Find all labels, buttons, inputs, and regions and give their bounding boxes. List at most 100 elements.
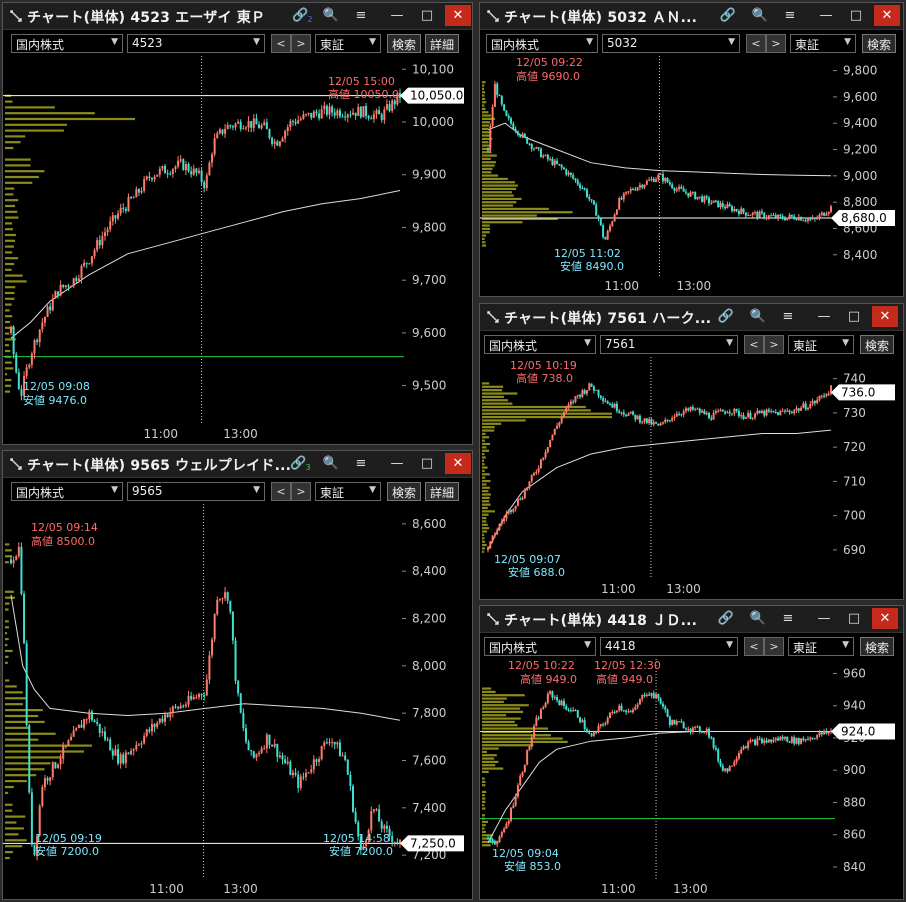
volume-profile-bar <box>5 626 9 629</box>
exchange-select[interactable]: 東証 ▼ <box>788 637 854 656</box>
volume-profile-bar <box>482 211 573 214</box>
candle-body <box>767 215 770 218</box>
code-select[interactable]: 4523 ▼ <box>127 34 265 53</box>
candle-body <box>599 724 602 726</box>
maximize-button[interactable]: □ <box>842 608 866 629</box>
prev-button[interactable]: < <box>744 637 764 656</box>
maximize-button[interactable]: □ <box>844 5 868 26</box>
prev-button[interactable]: < <box>271 34 291 53</box>
maximize-button[interactable]: □ <box>415 5 439 26</box>
candle-body <box>85 262 88 264</box>
menu-icon[interactable]: ≡ <box>776 306 800 327</box>
candle-body <box>592 732 595 736</box>
market-select[interactable]: 国内株式 ▼ <box>486 34 598 53</box>
volume-profile-bar <box>5 632 7 635</box>
code-select[interactable]: 4418 ▼ <box>600 637 738 656</box>
link-icon[interactable]: 🔗 2 <box>291 5 315 26</box>
candle-body <box>613 403 616 408</box>
low-value-label: 安値 688.0 <box>508 565 565 579</box>
search-icon[interactable]: 🔍 <box>319 5 343 26</box>
market-select[interactable]: 国内株式 ▼ <box>484 637 596 656</box>
volume-profile-bar <box>5 245 14 248</box>
candle-body <box>354 112 357 116</box>
link-icon[interactable]: 🔗 <box>714 608 738 629</box>
y-tick-label: 720 <box>843 440 866 454</box>
candle-body <box>323 105 326 110</box>
search-icon[interactable]: 🔍 <box>319 453 343 474</box>
minimize-button[interactable]: — <box>812 306 836 327</box>
link-icon[interactable]: 🔗 <box>716 5 740 26</box>
code-select[interactable]: 5032 ▼ <box>602 34 740 53</box>
exchange-select[interactable]: 東証 ▼ <box>788 335 854 354</box>
menu-icon[interactable]: ≡ <box>778 5 802 26</box>
candle-body <box>767 739 770 743</box>
candle-body <box>130 750 133 755</box>
candle-body <box>372 114 375 120</box>
prev-button[interactable]: < <box>746 34 766 53</box>
candle-body <box>802 220 805 222</box>
code-select[interactable]: 9565 ▼ <box>127 482 265 501</box>
title-bar[interactable]: チャート(単体) 5032 ＡＮ... 🔗 🔍 ≡ — □ ✕ <box>480 3 903 30</box>
candle-body <box>772 410 775 413</box>
next-button[interactable]: > <box>291 34 311 53</box>
search-icon[interactable]: 🔍 <box>748 5 772 26</box>
title-bar[interactable]: チャート(単体) 9565 ウェルプレイド... 🔗 3 🔍 ≡ — □ ✕ <box>3 451 472 478</box>
minimize-button[interactable]: — <box>385 5 409 26</box>
exchange-select[interactable]: 東証 ▼ <box>315 34 381 53</box>
candle-body <box>195 697 198 699</box>
search-icon[interactable]: 🔍 <box>746 608 770 629</box>
search-button[interactable]: 検索 <box>860 637 895 656</box>
volume-profile-bar <box>5 158 31 161</box>
close-button[interactable]: ✕ <box>872 306 898 327</box>
market-select[interactable]: 国内株式 ▼ <box>11 482 123 501</box>
search-button[interactable]: 検索 <box>387 482 422 501</box>
candle-body <box>174 706 177 708</box>
candle-body <box>714 200 717 202</box>
close-button[interactable]: ✕ <box>445 5 471 26</box>
link-icon[interactable]: 🔗 3 <box>289 453 313 474</box>
candle-body <box>349 114 352 116</box>
minimize-button[interactable]: — <box>812 608 836 629</box>
volume-profile-bar <box>482 439 485 442</box>
maximize-button[interactable]: □ <box>415 453 439 474</box>
menu-icon[interactable]: ≡ <box>776 608 800 629</box>
menu-icon[interactable]: ≡ <box>349 453 373 474</box>
search-icon[interactable]: 🔍 <box>746 306 770 327</box>
market-select[interactable]: 国内株式 ▼ <box>11 34 123 53</box>
minimize-button[interactable]: — <box>814 5 838 26</box>
next-button[interactable]: > <box>291 482 311 501</box>
title-bar[interactable]: チャート(単体) 4418 ＪＤ... 🔗 🔍 ≡ — □ ✕ <box>480 606 903 633</box>
next-button[interactable]: > <box>764 637 784 656</box>
candle-body <box>521 133 524 137</box>
candle-body <box>804 403 807 410</box>
market-select[interactable]: 国内株式 ▼ <box>484 335 596 354</box>
maximize-button[interactable]: □ <box>842 306 866 327</box>
candle-body <box>503 828 506 833</box>
minimize-button[interactable]: — <box>385 453 409 474</box>
next-button[interactable]: > <box>766 34 786 53</box>
title-bar[interactable]: チャート(単体) 7561 ハーク... 🔗 🔍 ≡ — □ ✕ <box>480 304 903 331</box>
code-select[interactable]: 7561 ▼ <box>600 335 738 354</box>
close-button[interactable]: ✕ <box>874 5 900 26</box>
candle-body <box>735 758 738 762</box>
search-button[interactable]: 検索 <box>862 34 897 53</box>
prev-button[interactable]: < <box>271 482 291 501</box>
close-button[interactable]: ✕ <box>872 608 898 629</box>
detail-button[interactable]: 詳細 <box>425 34 460 53</box>
prev-button[interactable]: < <box>744 335 764 354</box>
exchange-select[interactable]: 東証 ▼ <box>315 482 381 501</box>
volume-profile-bar <box>482 442 491 446</box>
search-button[interactable]: 検索 <box>860 335 895 354</box>
exchange-select[interactable]: 東証 ▼ <box>790 34 856 53</box>
title-bar[interactable]: チャート(単体) 4523 エーザイ 東Ｐ 🔗 2 🔍 ≡ — □ ✕ <box>3 3 472 30</box>
candle-body <box>164 165 167 174</box>
detail-button[interactable]: 詳細 <box>425 482 460 501</box>
next-button[interactable]: > <box>764 335 784 354</box>
candle-body <box>809 404 812 409</box>
candle-body <box>281 138 284 142</box>
search-button[interactable]: 検索 <box>387 34 422 53</box>
link-icon[interactable]: 🔗 <box>714 306 738 327</box>
close-button[interactable]: ✕ <box>445 453 471 474</box>
menu-icon[interactable]: ≡ <box>349 5 373 26</box>
candle-body <box>106 229 109 233</box>
